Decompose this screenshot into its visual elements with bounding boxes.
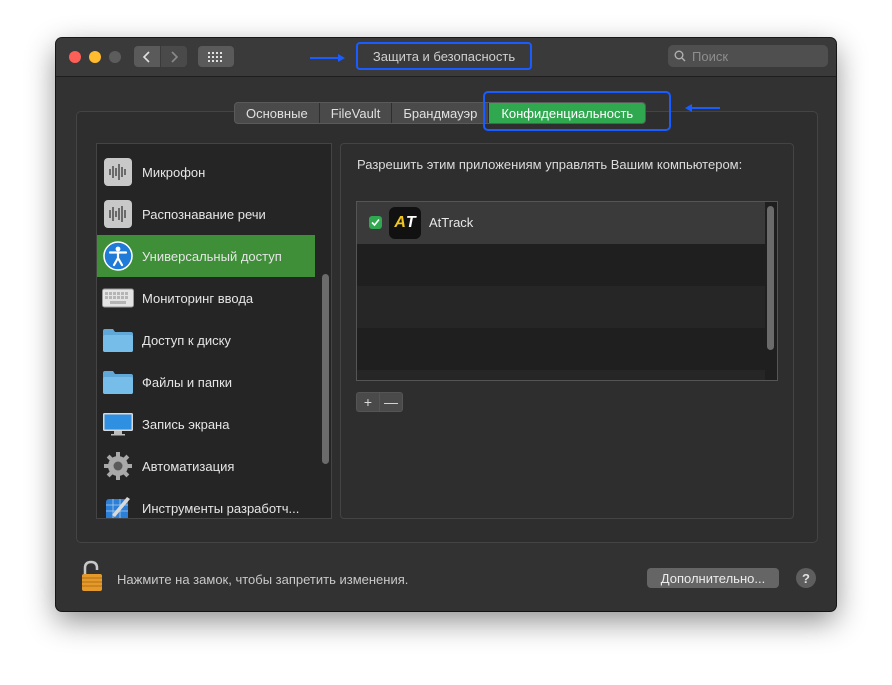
folder-icon (102, 324, 134, 356)
forward-button[interactable] (161, 46, 187, 67)
sidebar-item-developer-tools[interactable]: Инструменты разработч... (97, 487, 315, 518)
remove-app-button[interactable]: — (380, 392, 403, 412)
sidebar-item-label: Автоматизация (142, 458, 235, 474)
privacy-content: Разрешить этим приложениям управлять Ваш… (340, 143, 794, 519)
gear-icon (102, 450, 134, 482)
tab-general[interactable]: Основные (235, 103, 320, 123)
title-bar: Защита и безопасность (56, 38, 836, 77)
minimize-window-button[interactable] (89, 51, 101, 63)
sidebar-item-label: Инструменты разработч... (142, 500, 300, 516)
sidebar-item-input-monitoring[interactable]: Мониторинг ввода (97, 277, 315, 319)
tab-firewall[interactable]: Брандмауэр (392, 103, 490, 123)
arrow-right-icon (310, 54, 345, 62)
sidebar-item-microphone[interactable]: Микрофон (97, 151, 315, 193)
search-field[interactable] (668, 45, 828, 67)
sidebar-item-label: Запись экрана (142, 416, 230, 432)
accessibility-icon (102, 240, 134, 272)
back-button[interactable] (134, 46, 160, 67)
help-button[interactable]: ? (796, 568, 816, 588)
sidebar-item-screen-recording[interactable]: Запись экрана (97, 403, 315, 445)
show-all-button[interactable] (198, 46, 234, 67)
sidebar-item-accessibility[interactable]: Универсальный доступ (97, 235, 315, 277)
sidebar-item-files-folders[interactable]: Файлы и папки (97, 361, 315, 403)
table-row (357, 286, 765, 328)
tab-filevault[interactable]: FileVault (320, 103, 393, 123)
speech-recognition-icon (102, 198, 134, 230)
window-title: Защита и безопасность (356, 42, 532, 70)
app-checkbox[interactable] (369, 216, 382, 229)
tab-highlight-frame (483, 91, 671, 131)
sidebar-item-label: Мониторинг ввода (142, 290, 254, 306)
app-list: AT AtTrack (356, 201, 778, 381)
grid-icon (208, 51, 222, 62)
chevron-left-icon (142, 50, 150, 63)
table-row[interactable]: AT AtTrack (357, 202, 765, 244)
app-list-scrollbar[interactable] (767, 206, 774, 350)
table-row (357, 244, 765, 286)
sidebar-item-label: Универсальный доступ (142, 248, 282, 264)
zoom-window-button[interactable] (109, 51, 121, 63)
lock-open-icon[interactable] (80, 560, 104, 592)
developer-tools-icon (102, 492, 134, 518)
table-row (357, 370, 765, 380)
table-row (357, 328, 765, 370)
search-input[interactable] (690, 47, 814, 65)
sidebar-item-label: Распознавание речи (142, 206, 266, 222)
app-name: AtTrack (429, 215, 474, 230)
sidebar-item-speech-recognition[interactable]: Распознавание речи (97, 193, 315, 235)
sidebar-scrollbar[interactable] (322, 274, 329, 464)
display-icon (102, 408, 134, 440)
sidebar-item-label: Микрофон (142, 164, 206, 180)
content-heading: Разрешить этим приложениям управлять Ваш… (357, 157, 743, 172)
advanced-button[interactable]: Дополнительно... (647, 568, 779, 588)
folder-icon (102, 366, 134, 398)
sidebar-item-label: Доступ к диску (142, 332, 231, 348)
sidebar-item-disk-access[interactable]: Доступ к диску (97, 319, 315, 361)
checkmark-icon (371, 218, 380, 227)
add-app-button[interactable]: + (356, 392, 380, 412)
sidebar-item-automation[interactable]: Автоматизация (97, 445, 315, 487)
privacy-sidebar: Микрофон Распознавание речи Универсальны… (96, 143, 332, 519)
add-remove-controls: + — (356, 392, 403, 412)
keyboard-icon (102, 282, 134, 314)
preferences-window: Защита и безопасность Основные FileVault… (56, 38, 836, 611)
close-window-button[interactable] (69, 51, 81, 63)
microphone-icon (102, 156, 134, 188)
arrow-left-icon (685, 104, 720, 112)
sidebar-item-label: Файлы и папки (142, 374, 233, 390)
attrack-app-icon: AT (389, 207, 421, 239)
search-icon (674, 50, 686, 62)
chevron-right-icon (171, 50, 179, 63)
lock-instructions: Нажмите на замок, чтобы запретить измене… (117, 572, 409, 587)
